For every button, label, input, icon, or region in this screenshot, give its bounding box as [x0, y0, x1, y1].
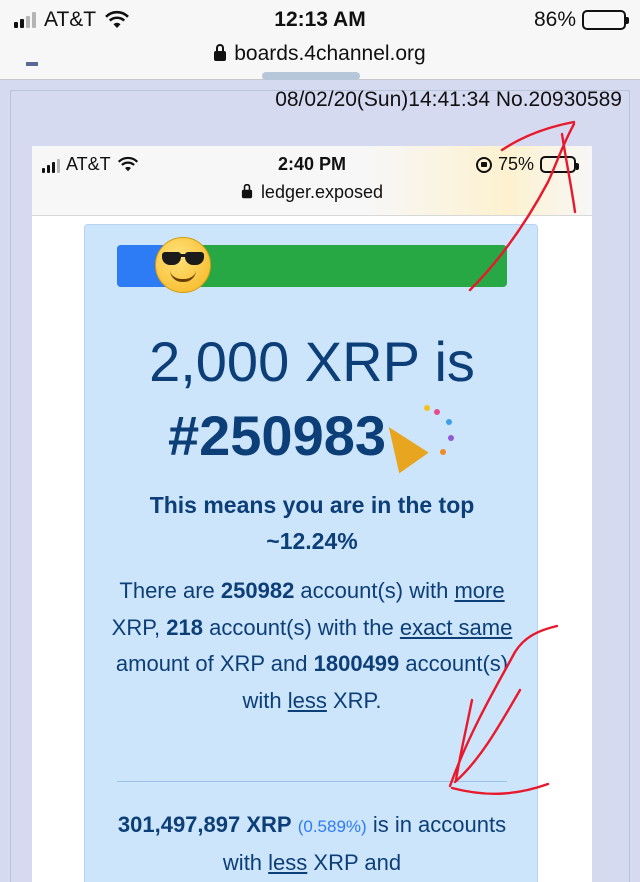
lock-icon: [214, 44, 227, 61]
post-datetime: 08/02/20(Sun)14:41:34: [275, 88, 491, 111]
post-header-fragment: [262, 72, 360, 80]
percentile-line-2: ~12.24%: [266, 528, 358, 554]
supply-breakdown: 301,497,897 XRP (0.589%) is in accounts …: [105, 807, 519, 881]
outer-battery-group: 86%: [533, 8, 629, 32]
percentile-text: This means you are in the top ~12.24%: [85, 487, 539, 559]
supply-percent: (0.589%): [297, 817, 367, 836]
account-breakdown: There are 250982 account(s) with more XR…: [105, 573, 519, 719]
more-link[interactable]: more: [454, 578, 504, 603]
party-popper-emoji: [374, 405, 456, 474]
headline-amount: 2,000 XRP is: [149, 330, 475, 393]
rank-card: 2,000 XRP is #250983 This means you are …: [84, 224, 538, 882]
supply-amount: 301,497,897 XRP: [117, 812, 292, 837]
battery-percent: 75%: [497, 154, 534, 174]
text: There are: [119, 578, 221, 603]
less-link[interactable]: less: [288, 688, 327, 713]
outer-status-bar: AT&T 12:13 AM 86% boards.4channel.org: [0, 0, 640, 80]
embedded-screenshot[interactable]: AT&T 2:40 PM 75% ledger.exposed 2,000 XR…: [32, 146, 592, 882]
text: account(s) with the: [202, 614, 400, 640]
headline-rank-row: #250983: [85, 403, 539, 474]
inner-battery-group: 75%: [475, 154, 579, 175]
text: XRP.: [326, 687, 382, 713]
headline-rank: #250983: [167, 404, 386, 467]
text: amount of XRP and: [115, 651, 314, 676]
battery-percent: 86%: [533, 8, 576, 31]
url-text: boards.4channel.org: [234, 42, 426, 65]
exact-same-link[interactable]: exact same: [400, 615, 513, 640]
text: XRP,: [111, 614, 167, 640]
less-count: 1800499: [313, 651, 400, 676]
url-text: ledger.exposed: [260, 182, 384, 202]
sunglasses-emoji: [155, 237, 211, 293]
post-meta: 08/02/20(Sun)14:41:34 No.20930589: [275, 88, 622, 112]
inner-status-bar: AT&T 2:40 PM 75% ledger.exposed: [32, 146, 592, 216]
post-header-fragment: [26, 62, 38, 66]
same-count: 218: [166, 614, 203, 640]
less-link[interactable]: less: [268, 850, 307, 875]
rotation-lock-icon: [475, 156, 492, 173]
address-bar[interactable]: boards.4channel.org: [0, 42, 640, 66]
percentile-line-1: This means you are in the top: [149, 492, 475, 518]
text: XRP and: [307, 850, 402, 875]
divider: [117, 781, 507, 782]
address-bar[interactable]: ledger.exposed: [32, 182, 592, 203]
text: account(s) with: [294, 578, 455, 603]
post-number[interactable]: No.20930589: [496, 88, 622, 111]
battery-icon: [540, 156, 579, 173]
more-count: 250982: [220, 578, 295, 603]
battery-icon: [582, 10, 629, 30]
lock-icon: [241, 183, 253, 199]
